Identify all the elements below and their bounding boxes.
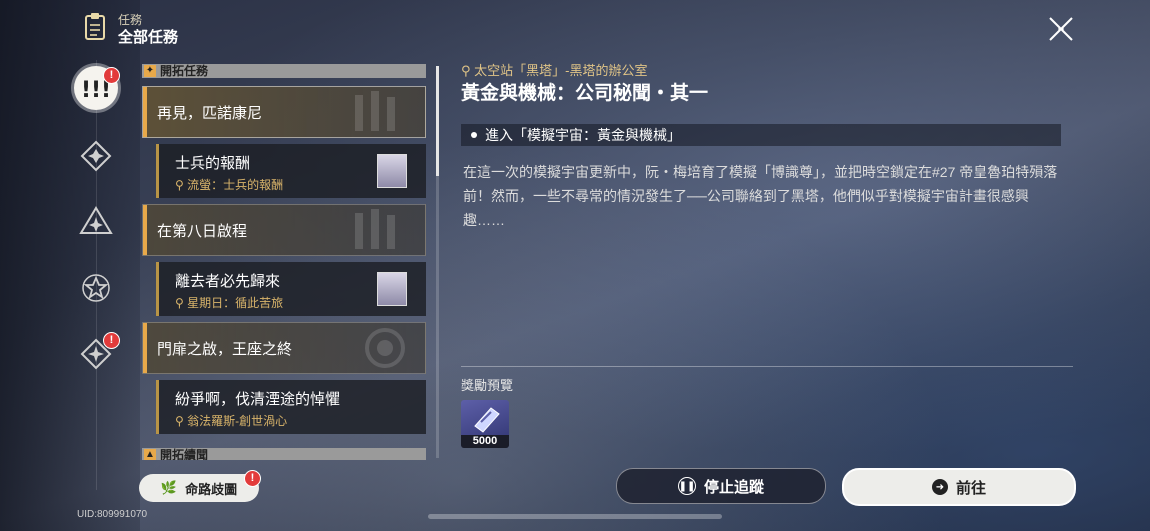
page-title: 全部任務	[118, 29, 179, 46]
uid-label: UID:809991070	[77, 509, 148, 520]
reward-item[interactable]: 5000	[461, 400, 509, 448]
go-label: 前往	[955, 479, 986, 497]
quest-location-text: 流螢：士兵的報酬	[187, 178, 284, 192]
rail-tab-daily[interactable]	[74, 266, 118, 310]
quest-list[interactable]: ✦ 開拓任務 再見，匹諾康尼 士兵的報酬 ⚲ 流螢：士兵的報酬 在第八日啟程 離去…	[142, 64, 426, 460]
triangle-star-icon	[79, 206, 113, 234]
quest-title: 士兵的報酬	[175, 155, 251, 172]
quest-item[interactable]: 再見，匹諾康尼	[142, 86, 426, 138]
clipboard-icon	[85, 13, 105, 40]
quest-accent-bar	[143, 87, 147, 137]
stop-tracking-label: 停止追蹤	[703, 478, 764, 496]
quest-item[interactable]: 士兵的報酬 ⚲ 流螢：士兵的報酬	[156, 144, 426, 198]
quest-title: 門扉之啟，王座之終	[157, 341, 293, 358]
quest-accent-bar	[143, 323, 147, 373]
left-shade	[0, 0, 140, 531]
list-scrollbar[interactable]	[436, 66, 439, 458]
section-header: ✦ 開拓任務	[142, 64, 426, 78]
trailblaze-mark-icon: ✦	[144, 65, 156, 77]
diamond-star-icon	[80, 140, 112, 172]
quest-location: ⚲ 星期日：循此苦旅	[175, 296, 284, 310]
leaf-icon: 🌿	[160, 480, 178, 495]
quest-item[interactable]: 紛爭啊，伐清湮途的悼懼 ⚲ 翁法羅斯-創世渦心	[156, 380, 426, 434]
quest-location: ⚲ 翁法羅斯-創世渦心	[175, 414, 288, 428]
go-button[interactable]: ➜ 前往	[842, 468, 1076, 506]
quest-accent-bar	[143, 205, 147, 255]
fate-paths-label: 命路歧圖	[185, 481, 238, 497]
character-portrait	[377, 272, 407, 306]
crest-decoration-icon	[355, 91, 395, 131]
quest-detail-title: 黃金與機械：公司秘聞・其一	[461, 83, 709, 104]
close-icon[interactable]	[1046, 14, 1076, 44]
quest-title: 紛爭啊，伐清湮途的悼懼	[175, 391, 341, 408]
quest-title: 再見，匹諾康尼	[157, 105, 263, 122]
quest-objective: 進入「模擬宇宙：黃金與機械」	[461, 124, 1061, 146]
rail-tab-companion[interactable]	[74, 134, 118, 178]
crest-decoration-icon	[355, 209, 395, 249]
section-header: ▲ 開拓續聞	[142, 448, 426, 460]
star-icon	[82, 274, 110, 302]
section-title: 開拓任務	[160, 64, 209, 78]
quest-item[interactable]: 門扉之啟，王座之終	[142, 322, 426, 374]
pause-icon: ❚❚	[677, 477, 696, 495]
reward-preview-label: 獎勵預覽	[461, 378, 514, 393]
scrollbar-thumb[interactable]	[436, 66, 439, 176]
rail-badge-trailblaze: !	[103, 67, 120, 84]
section-title: 開拓續聞	[160, 448, 209, 460]
quest-location-text: 星期日：循此苦旅	[187, 296, 284, 310]
objective-text: 進入「模擬宇宙：黃金與機械」	[485, 127, 681, 143]
gear-decoration-icon	[365, 328, 405, 368]
quest-detail-location: ⚲ 太空站「黑塔」-黑塔的辦公室	[461, 63, 648, 78]
stop-tracking-button[interactable]: ❚❚ 停止追蹤	[616, 468, 826, 504]
quest-title: 在第八日啟程	[157, 223, 248, 240]
divider	[461, 366, 1073, 367]
quest-description: 在這一次的模擬宇宙更新中，阮・梅培育了模擬「博識尊」，並把時空鎖定在#27 帝皇…	[463, 164, 1058, 228]
quest-item[interactable]: 在第八日啟程	[142, 204, 426, 256]
reward-quantity: 5000	[461, 435, 509, 448]
bullet-icon	[471, 132, 477, 139]
character-portrait	[377, 154, 407, 188]
fate-paths-badge: !	[244, 470, 261, 487]
pass-ticket-icon	[474, 407, 500, 433]
home-indicator[interactable]	[428, 514, 722, 519]
rail-tab-adventure[interactable]	[74, 200, 118, 244]
continuation-mark-icon: ▲	[144, 449, 156, 460]
arrow-right-icon: ➜	[931, 479, 948, 495]
detail-location-text: 太空站「黑塔」-黑塔的辦公室	[474, 63, 648, 78]
quest-item[interactable]: 離去者必先歸來 ⚲ 星期日：循此苦旅	[156, 262, 426, 316]
quest-location: ⚲ 流螢：士兵的報酬	[175, 178, 284, 192]
fate-paths-button[interactable]: 🌿 命路歧圖	[139, 474, 259, 502]
quest-title: 離去者必先歸來	[175, 273, 281, 290]
quest-location-text: 翁法羅斯-創世渦心	[187, 414, 288, 428]
rail-badge-event: !	[103, 332, 120, 349]
